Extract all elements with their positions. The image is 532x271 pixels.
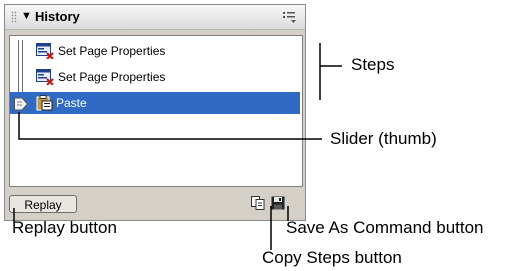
callout-slider: Slider (thumb) — [330, 129, 437, 148]
slider-callout-line — [18, 112, 322, 140]
callout-replay-button: Replay button — [12, 218, 117, 237]
callout-steps: Steps — [351, 55, 395, 74]
callout-save-as-command-button: Save As Command button — [286, 218, 484, 237]
callout-copy-steps-button: Copy Steps button — [262, 248, 402, 267]
